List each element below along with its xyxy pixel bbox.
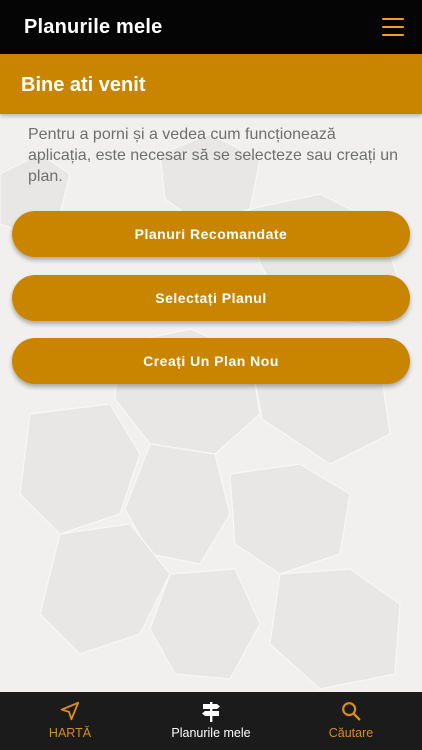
tab-my-plans[interactable]: Planurile mele — [141, 692, 281, 750]
tab-map[interactable]: HARTĂ — [0, 692, 140, 750]
tab-map-label: HARTĂ — [48, 726, 92, 740]
tab-my-plans-label: Planurile mele — [171, 726, 251, 740]
page-title: Planurile mele — [24, 16, 163, 38]
create-new-plan-button[interactable]: Creați Un Plan Nou — [12, 338, 410, 384]
tab-search-label: Căutare — [328, 726, 374, 740]
welcome-title: Bine ati venit — [21, 74, 146, 96]
intro-text: Pentru a porni și a vedea cum funcționea… — [28, 126, 398, 185]
select-plan-button[interactable]: Selectați Planul — [12, 275, 410, 321]
search-icon — [342, 702, 361, 721]
signpost-icon — [202, 702, 220, 722]
hamburger-menu-icon[interactable] — [382, 18, 404, 36]
tab-search[interactable]: Căutare — [281, 692, 421, 750]
welcome-banner: Bine ati venit — [0, 54, 422, 114]
europe-map-background — [0, 133, 401, 690]
app-header: Planurile mele — [0, 0, 422, 54]
navigation-arrow-icon — [60, 701, 80, 721]
bottom-tab-bar: HARTĂ Planurile mele Căutare — [0, 692, 422, 750]
recommended-plans-button[interactable]: Planuri Recomandate — [12, 211, 410, 257]
